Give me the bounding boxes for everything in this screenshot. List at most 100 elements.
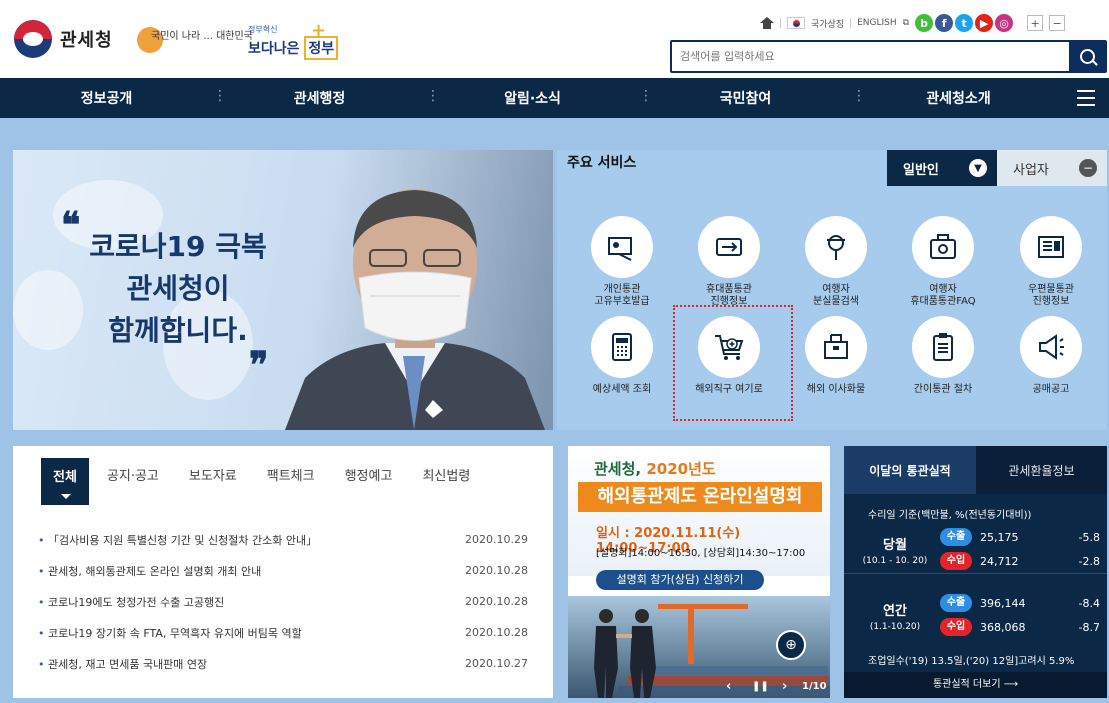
news-list: 「검사비용 지원 특별신청 기간 및 신청절차 간소화 안내」 2020.10.2… — [38, 524, 528, 679]
search-input[interactable] — [672, 42, 1069, 71]
service-moving-cargo[interactable]: 해외 이사화물 — [788, 316, 884, 396]
customs-stats-panel: 이달의 통관실적 관세환율정보 수리일 기준(백만불, %(전년동기대비)) 당… — [844, 446, 1107, 698]
import-badge: 수입 — [940, 618, 972, 636]
service-label: 우편물통관 — [1028, 284, 1074, 295]
logo-text: 관세청 — [60, 30, 113, 51]
box-icon — [805, 316, 867, 378]
service-personal-customs-code[interactable]: 개인통관 고유부호발급 — [574, 216, 670, 308]
stats-percent: -8.4 — [1078, 596, 1100, 610]
tab-business-user[interactable]: 사업자 − — [997, 150, 1107, 186]
hamburger-menu-icon[interactable] — [1077, 90, 1095, 106]
services-title: 주요 서비스 — [567, 155, 637, 171]
tab-press[interactable]: 보도자료 — [189, 465, 237, 484]
instagram-icon[interactable]: ◎ — [995, 14, 1014, 32]
gov-innovation-logo[interactable]: 정부혁신 보다나은 정부 + — [248, 20, 339, 64]
stats-footnote: 조업일수('19) 13.5일,('20) 12일]고려시 5.9% — [868, 656, 1075, 667]
nav-item-participation[interactable]: 국민참여 — [639, 88, 852, 108]
nav-item-about[interactable]: 관세청소개 — [852, 88, 1065, 108]
stats-more-link[interactable]: 통관실적 더보기 ⟶ — [844, 672, 1107, 698]
service-postal-progress[interactable]: 우편물통관 진행정보 — [1003, 216, 1099, 308]
site-logo[interactable]: 관세청 — [14, 20, 113, 58]
zoom-out-button[interactable]: − — [1049, 15, 1066, 31]
stats-percent: -5.8 — [1078, 530, 1100, 544]
nav-item-info-disclosure[interactable]: 정보공개 — [0, 88, 213, 108]
news-title[interactable]: 관세청, 재고 면세품 국내판매 연장 — [38, 656, 207, 672]
stats-month-export-row: 수출 25,175 -5.8 — [940, 528, 1100, 546]
news-title[interactable]: 코로나19 장기화 속 FTA, 무역흑자 유지에 버팀목 역할 — [38, 625, 302, 641]
prev-slide-button[interactable]: ‹ — [726, 679, 731, 694]
service-tax-estimate[interactable]: 예상세액 조회 — [574, 316, 670, 396]
news-title[interactable]: 코로나19에도 청정가전 수출 고공행진 — [38, 594, 224, 610]
service-label: 공매공고 — [1032, 384, 1070, 395]
stats-year-import-row: 수입 368,068 -8.7 — [940, 618, 1100, 636]
nav-item-customs-admin[interactable]: 관세행정 — [213, 88, 426, 108]
stats-year-export-row: 수출 396,144 -8.4 — [940, 594, 1100, 612]
header: 관세청 국민이 나라 ... 대한민국 정부혁신 보다나은 정부 + 국가상징 … — [0, 0, 1109, 78]
promo-port-image: ⊕ ‹ ❚❚ › 1/10 — [568, 596, 830, 698]
news-date: 2020.10.28 — [465, 564, 528, 577]
utility-bar: 국가상징 ENGLISH ⧉ b f t ▶ ◎ + − — [760, 12, 1066, 34]
tab-all[interactable]: 전체 — [41, 457, 89, 505]
list-item[interactable]: 관세청, 해외통관제도 온라인 설명회 개최 안내 2020.10.28 — [38, 555, 528, 586]
youtube-icon[interactable]: ▶ — [975, 14, 994, 32]
logo-emblem-icon — [14, 20, 52, 58]
national-symbol-link[interactable]: 국가상징 — [811, 17, 844, 30]
tab-monthly-clearance[interactable]: 이달의 통관실적 — [844, 446, 976, 494]
quote-close-icon: ❞ — [249, 344, 269, 386]
highlight-dotted-box — [673, 305, 793, 421]
globe-icon[interactable]: ⊕ — [776, 630, 806, 660]
main-banner[interactable]: ❝ 코로나19 극복 관세청이 함께합니다. ❞ — [13, 150, 553, 430]
next-slide-button[interactable]: › — [782, 679, 787, 694]
stats-year-range: (1.1-10.20) — [869, 622, 921, 632]
service-label: 휴대품통관FAQ — [910, 296, 976, 307]
calculator-icon — [591, 316, 653, 378]
news-title[interactable]: 관세청, 해외통관제도 온라인 설명회 개최 안내 — [38, 563, 261, 579]
tab-exchange-rate[interactable]: 관세환율정보 — [976, 446, 1107, 494]
blog-icon[interactable]: b — [915, 14, 934, 32]
slogan-banner[interactable]: 국민이 나라 ... 대한민국 — [137, 25, 253, 59]
english-link[interactable]: ENGLISH — [857, 18, 897, 28]
nav-item-news[interactable]: 알림·소식 — [426, 88, 639, 108]
tab-notices[interactable]: 공지·공고 — [107, 465, 159, 484]
tab-fact-check[interactable]: 팩트체크 — [267, 465, 315, 484]
tab-business-label: 사업자 — [1013, 162, 1049, 178]
stats-month-group: 당월 (10.1 - 10. 20) 수출 25,175 -5.8 수입 24,… — [858, 526, 1100, 572]
tab-admin-notice[interactable]: 행정예고 — [345, 465, 393, 484]
tab-general-user[interactable]: 일반인 ▼ — [887, 150, 997, 186]
zoom-in-button[interactable]: + — [1027, 15, 1044, 31]
promo-apply-button[interactable]: 설명회 참가(상담) 신청하기 — [596, 570, 764, 590]
service-label: 해외 이사화물 — [806, 384, 866, 395]
tab-latest-laws[interactable]: 최신법령 — [422, 465, 470, 484]
service-simple-clearance[interactable]: 간이통관 절차 — [895, 316, 991, 396]
news-date: 2020.10.27 — [465, 657, 528, 670]
id-card-icon — [591, 216, 653, 278]
service-label: 분실물검색 — [813, 296, 859, 307]
service-label: 진행정보 — [1032, 296, 1070, 307]
chevron-down-icon: ▼ — [969, 159, 987, 177]
divider — [844, 573, 1107, 574]
list-item[interactable]: 코로나19 장기화 속 FTA, 무역흑자 유지에 버팀목 역할 2020.10.… — [38, 617, 528, 648]
home-icon[interactable] — [760, 17, 774, 29]
crane-shape — [658, 604, 748, 609]
promo-banner[interactable]: 관세청, 2020년도 해외통관제도 온라인설명회 일시 : 2020.11.1… — [568, 446, 830, 698]
news-tab-list: 전체 공지·공고 보도자료 팩트체크 행정예고 최신법령 — [13, 446, 553, 505]
stats-year-head: 연간 (1.1-10.20) — [858, 600, 932, 632]
slogan-text: 국민이 나라 ... 대한민국 — [151, 31, 253, 42]
news-title[interactable]: 「검사비용 지원 특별신청 기간 및 신청절차 간소화 안내」 — [38, 532, 317, 548]
container-shape — [638, 666, 828, 675]
pause-slide-button[interactable]: ❚❚ — [752, 681, 769, 692]
facebook-icon[interactable]: f — [935, 14, 954, 32]
list-item[interactable]: 관세청, 재고 면세품 국내판매 연장 2020.10.27 — [38, 648, 528, 679]
main-services-panel: 주요 서비스 일반인 ▼ 사업자 − 개인통관 고유부호발급 휴대품통관 진행정보 여행… — [557, 150, 1107, 430]
service-public-auction[interactable]: 공매공고 — [1003, 316, 1099, 396]
export-badge: 수출 — [940, 594, 972, 612]
service-baggage-faq[interactable]: 여행자 휴대품통관FAQ — [895, 216, 991, 308]
list-item[interactable]: 「검사비용 지원 특별신청 기간 및 신청절차 간소화 안내」 2020.10.2… — [38, 524, 528, 555]
list-item[interactable]: 코로나19에도 청정가전 수출 고공행진 2020.10.28 — [38, 586, 528, 617]
promo-title-b: 2020년도 — [646, 460, 716, 478]
service-baggage-progress[interactable]: 휴대품통관 진행정보 — [681, 216, 777, 308]
service-lost-item-search[interactable]: 여행자 분실물검색 — [788, 216, 884, 308]
search-button[interactable] — [1069, 42, 1105, 71]
stats-month-range: (10.1 - 10. 20) — [862, 556, 928, 566]
twitter-icon[interactable]: t — [955, 14, 974, 32]
